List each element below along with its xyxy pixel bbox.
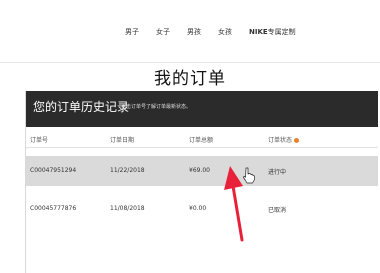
order-total: ¥0.00 bbox=[189, 205, 207, 212]
order-number[interactable]: C00047951294 bbox=[30, 167, 76, 174]
header-order-no: 订单号 bbox=[30, 137, 49, 144]
table-header-row: 订单号 订单日期 订单总额 订单状态 bbox=[26, 135, 378, 147]
nav-custom-brand: NIKE bbox=[249, 28, 268, 36]
header-order-date: 订单日期 bbox=[110, 137, 135, 144]
nav-nike-custom[interactable]: NIKE专属定制 bbox=[249, 27, 296, 37]
panel-subtitle: 点击订单号了解订单最新状态。 bbox=[121, 104, 192, 110]
order-date: 11/08/2018 bbox=[110, 205, 145, 212]
panel-title: 您的订单历史记录 bbox=[33, 100, 130, 114]
nav-men[interactable]: 男子 bbox=[125, 27, 139, 37]
page-title: 我的订单 bbox=[154, 69, 226, 89]
order-date: 11/22/2018 bbox=[110, 167, 145, 174]
order-number[interactable]: C00045777876 bbox=[30, 205, 76, 212]
order-total: ¥69.00 bbox=[189, 167, 210, 174]
table-row[interactable]: C00047951294 11/22/2018 ¥69.00 进行中 bbox=[26, 156, 378, 186]
table-row[interactable]: C00045777876 11/08/2018 ¥0.00 已取消 bbox=[26, 194, 378, 224]
panel-header: 您的订单历史记录 点击订单号了解订单最新状态。 bbox=[26, 91, 378, 127]
info-icon[interactable] bbox=[294, 138, 300, 143]
order-status: 进行中 bbox=[268, 169, 287, 176]
header-divider bbox=[26, 147, 378, 148]
top-navigation: 男子 女子 男孩 女孩 NIKE专属定制 bbox=[0, 0, 380, 63]
order-status: 已取消 bbox=[268, 207, 287, 214]
nav-girls[interactable]: 女孩 bbox=[218, 27, 232, 37]
category-nav: 男子 女子 男孩 女孩 NIKE专属定制 bbox=[125, 27, 313, 37]
header-order-total: 订单总额 bbox=[189, 137, 214, 144]
header-order-status-label: 订单状态 bbox=[268, 137, 293, 144]
nav-custom-rest: 专属定制 bbox=[267, 28, 296, 36]
nav-women[interactable]: 女子 bbox=[156, 27, 170, 37]
nav-boys[interactable]: 男孩 bbox=[187, 27, 201, 37]
order-history-panel: 您的订单历史记录 点击订单号了解订单最新状态。 订单号 订单日期 订单总额 订单… bbox=[25, 91, 378, 273]
header-order-status: 订单状态 bbox=[268, 135, 300, 144]
